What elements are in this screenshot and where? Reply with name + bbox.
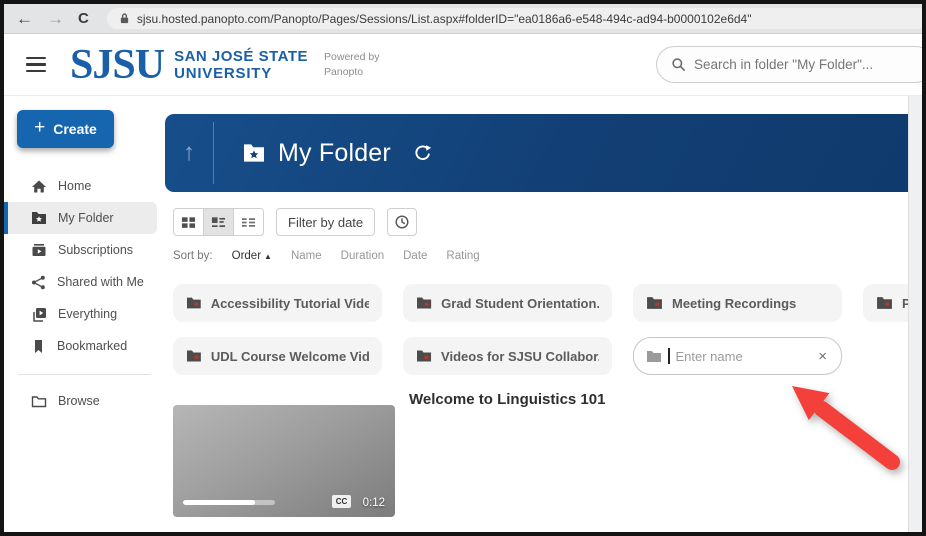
video-progress-fill — [183, 500, 255, 505]
powered-by-panopto: Powered by Panopto — [324, 50, 379, 78]
bookmark-icon — [31, 339, 46, 354]
sidebar-item-browse[interactable]: Browse — [4, 385, 157, 417]
home-icon — [31, 179, 47, 194]
video-folder-icon — [646, 296, 663, 310]
search-icon — [671, 57, 686, 72]
clear-input-icon[interactable]: × — [816, 348, 829, 365]
folder-star-icon — [242, 143, 266, 163]
sort-option-date[interactable]: Date — [403, 250, 427, 262]
lock-icon — [119, 12, 130, 25]
sort-option-rating[interactable]: Rating — [446, 250, 479, 262]
grid-view-button[interactable] — [173, 208, 204, 236]
folder-star-icon — [31, 211, 47, 225]
sidebar-item-my-folder[interactable]: My Folder — [4, 202, 157, 234]
main-content: ↑ My Folder — [165, 96, 908, 532]
address-bar[interactable]: sjsu.hosted.panopto.com/Panopto/Pages/Se… — [107, 8, 926, 29]
sort-bar: Sort by: Order▲ Name Duration Date Ratin… — [173, 250, 908, 262]
folder-chip-udl-course[interactable]: UDL Course Welcome Vid... — [173, 337, 382, 375]
folder-chip-grad-student[interactable]: Grad Student Orientation... — [403, 284, 612, 322]
detail-list-view-icon — [241, 216, 256, 229]
video-folder-icon — [186, 296, 202, 310]
clock-icon — [394, 214, 410, 230]
folder-search[interactable] — [656, 46, 926, 83]
view-toolbar: Filter by date — [173, 208, 908, 236]
browser-toolbar: ← → C sjsu.hosted.panopto.com/Panopto/Pa… — [4, 4, 922, 34]
hamburger-menu-icon[interactable] — [26, 57, 46, 73]
parent-folder-up-icon[interactable]: ↑ — [165, 114, 213, 192]
grid-view-icon — [181, 216, 196, 229]
video-folder-icon — [876, 296, 893, 310]
sort-by-label: Sort by: — [173, 250, 213, 262]
folder-title: My Folder — [278, 139, 391, 168]
sidebar-item-bookmarked[interactable]: Bookmarked — [4, 330, 157, 362]
folder-chip-accessibility[interactable]: Accessibility Tutorial Vide... — [173, 284, 382, 322]
thumbnail-list-view-icon — [211, 216, 226, 229]
browser-forward-icon[interactable]: → — [47, 10, 64, 27]
url-text: sjsu.hosted.panopto.com/Panopto/Pages/Se… — [137, 12, 752, 26]
subscriptions-icon — [31, 243, 47, 257]
video-list: CC 0:12 Welcome to Linguistics 101 — [173, 391, 908, 517]
sidebar-divider — [18, 374, 151, 375]
video-thumbnail[interactable]: CC 0:12 — [173, 405, 395, 517]
sidebar-item-home[interactable]: Home — [4, 170, 157, 202]
browse-folder-icon — [31, 395, 47, 408]
video-folder-icon — [416, 349, 432, 363]
sort-option-duration[interactable]: Duration — [341, 250, 384, 262]
folder-chip-purple[interactable]: Purp — [863, 284, 908, 322]
share-icon — [31, 275, 46, 290]
plus-icon: + — [34, 117, 45, 139]
window-edge-strip — [908, 96, 922, 532]
folder-row-1: Accessibility Tutorial Vide... Grad Stud… — [173, 284, 908, 322]
folder-row-2: UDL Course Welcome Vid... Videos for SJS… — [173, 337, 908, 375]
video-progress-bar — [183, 500, 275, 505]
scheduled-recordings-button[interactable] — [387, 208, 417, 236]
create-button[interactable]: + Create — [17, 110, 114, 148]
folder-chip-videos-sjsu[interactable]: Videos for SJSU Collabor... — [403, 337, 612, 375]
refresh-icon[interactable] — [413, 144, 432, 163]
video-folder-icon — [416, 296, 432, 310]
new-folder-name-input[interactable]: Enter name × — [633, 337, 842, 375]
closed-captions-badge: CC — [332, 495, 351, 508]
sjsu-logo: SJSU — [70, 44, 164, 86]
folder-banner: ↑ My Folder — [165, 114, 908, 192]
sidebar-item-subscriptions[interactable]: Subscriptions — [4, 234, 157, 266]
sort-option-name[interactable]: Name — [291, 250, 322, 262]
sidebar-nav: Home My Folder Subscriptions — [4, 170, 165, 362]
everything-icon — [31, 307, 47, 322]
search-input[interactable] — [694, 57, 919, 72]
video-duration: 0:12 — [363, 497, 385, 509]
app-header: SJSU SAN JOSÉ STATE UNIVERSITY Powered b… — [4, 34, 922, 96]
browser-back-icon[interactable]: ← — [16, 10, 33, 27]
video-folder-icon — [186, 349, 202, 363]
sort-ascending-icon: ▲ — [264, 252, 272, 261]
folder-icon — [646, 350, 662, 363]
sidebar-item-everything[interactable]: Everything — [4, 298, 157, 330]
sort-option-order[interactable]: Order▲ — [232, 250, 272, 262]
input-placeholder: Enter name — [676, 349, 811, 364]
screenshot-frame: ← → C sjsu.hosted.panopto.com/Panopto/Pa… — [0, 0, 926, 536]
sidebar: + Create Home My Folder — [4, 96, 165, 532]
thumbnail-list-view-button[interactable] — [203, 208, 234, 236]
text-cursor — [668, 348, 670, 364]
video-title[interactable]: Welcome to Linguistics 101 — [409, 391, 605, 408]
filter-by-date-button[interactable]: Filter by date — [276, 208, 375, 236]
university-wordmark: SAN JOSÉ STATE UNIVERSITY — [174, 48, 308, 82]
folder-chip-meeting-recordings[interactable]: Meeting Recordings — [633, 284, 842, 322]
detail-list-view-button[interactable] — [233, 208, 264, 236]
browser-reload-icon[interactable]: C — [78, 11, 89, 26]
sidebar-item-shared-with-me[interactable]: Shared with Me — [4, 266, 157, 298]
